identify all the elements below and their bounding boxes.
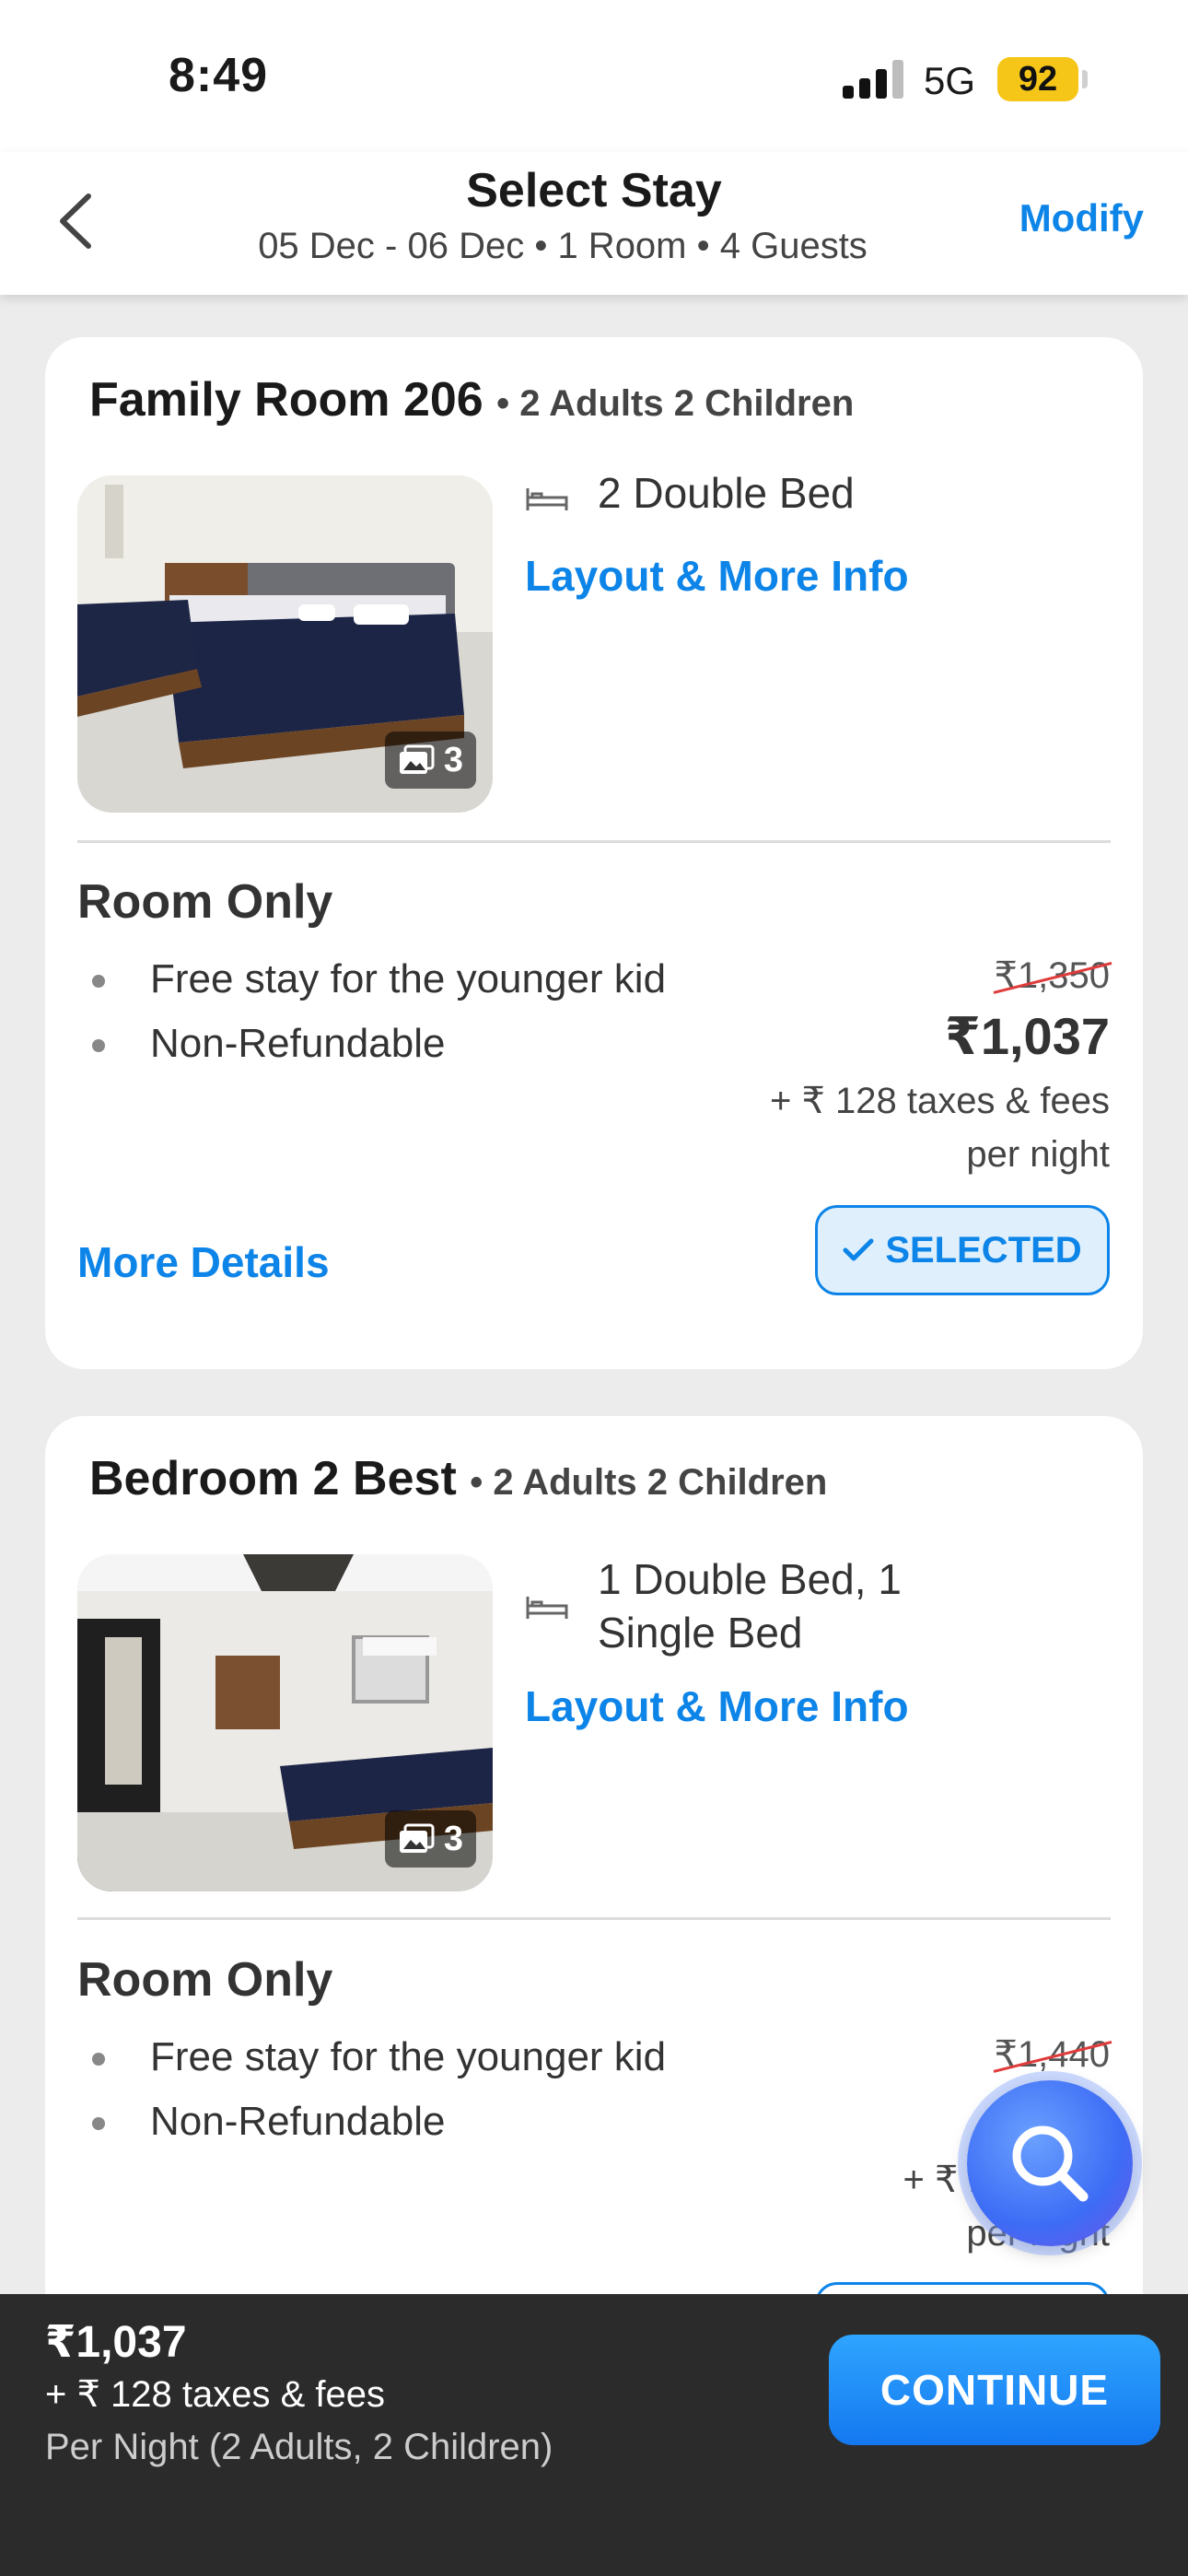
photo-count: 3 bbox=[443, 1819, 463, 1858]
gallery-icon bbox=[399, 1823, 435, 1853]
divider bbox=[77, 840, 1111, 843]
floating-search-button[interactable] bbox=[967, 2080, 1133, 2246]
original-price: ₹1,350 bbox=[994, 954, 1112, 997]
per-night-label: per night bbox=[966, 1134, 1110, 1175]
battery-icon: 92 bbox=[997, 57, 1078, 101]
selected-label: SELECTED bbox=[885, 1229, 1082, 1270]
feature-item: Free stay for the younger kid bbox=[92, 2025, 666, 2090]
check-icon bbox=[843, 1238, 874, 1261]
room-occupancy: • 2 Adults 2 Children bbox=[470, 1462, 828, 1503]
original-price: ₹1,440 bbox=[994, 2033, 1112, 2076]
feature-item: Free stay for the younger kid bbox=[92, 947, 666, 1012]
bottom-summary-bar: ₹1,037 + ₹ 128 taxes & fees Per Night (2… bbox=[0, 2294, 1188, 2576]
status-bar: 8:49 5G 92 bbox=[0, 0, 1188, 152]
top-header: Select Stay 05 Dec - 06 Dec • 1 Room • 4… bbox=[0, 152, 1188, 295]
taxes-fees: + ₹ 128 taxes & fees bbox=[769, 1081, 1110, 1121]
photo-count-badge: 3 bbox=[384, 1810, 476, 1868]
stay-summary: 05 Dec - 06 Dec • 1 Room • 4 Guests bbox=[258, 226, 868, 266]
plan-title: Room Only bbox=[77, 1953, 333, 2007]
room-card: Family Room 206 • 2 Adults 2 Children 3 … bbox=[45, 337, 1143, 1369]
layout-more-info-link[interactable]: Layout & More Info bbox=[525, 1681, 909, 1731]
room-photo[interactable]: 3 bbox=[77, 475, 493, 813]
photo-count: 3 bbox=[443, 740, 463, 779]
gallery-icon bbox=[399, 744, 435, 774]
bed-icon bbox=[526, 1597, 568, 1619]
room-name: Family Room 206 bbox=[89, 373, 483, 427]
layout-more-info-link[interactable]: Layout & More Info bbox=[525, 551, 909, 601]
total-taxes: + ₹ 128 taxes & fees bbox=[45, 2374, 386, 2415]
total-price: ₹1,037 bbox=[45, 2318, 187, 2367]
room-price: ₹1,037 bbox=[944, 1007, 1110, 1065]
selected-button[interactable]: SELECTED bbox=[815, 1205, 1110, 1295]
page-title: Select Stay bbox=[466, 164, 722, 217]
bed-icon bbox=[526, 488, 568, 510]
feature-item: Non-Refundable bbox=[92, 2090, 666, 2154]
plan-features: Free stay for the younger kid Non-Refund… bbox=[92, 947, 666, 1076]
search-icon bbox=[1012, 2125, 1089, 2202]
feature-item: Non-Refundable bbox=[92, 1012, 666, 1076]
divider bbox=[77, 1917, 1111, 1920]
plan-title: Room Only bbox=[77, 875, 333, 929]
status-time: 8:49 bbox=[169, 49, 269, 102]
more-details-link[interactable]: More Details bbox=[77, 1237, 330, 1287]
battery-tip bbox=[1082, 70, 1088, 88]
signal-icon bbox=[843, 60, 903, 99]
per-night-guests: Per Night (2 Adults, 2 Children) bbox=[45, 2427, 553, 2467]
network-label: 5G bbox=[924, 59, 976, 102]
room-occupancy: • 2 Adults 2 Children bbox=[496, 383, 855, 424]
bed-type: 2 Double Bed bbox=[598, 469, 855, 517]
room-title: Family Room 206 • 2 Adults 2 Children bbox=[89, 372, 854, 427]
room-photo[interactable]: 3 bbox=[77, 1554, 493, 1891]
photo-count-badge: 3 bbox=[384, 732, 476, 789]
bed-type: 1 Double Bed, 1 Single Bed bbox=[598, 1555, 902, 1657]
plan-features: Free stay for the younger kid Non-Refund… bbox=[92, 2025, 666, 2154]
modify-button[interactable]: Modify bbox=[1019, 196, 1144, 240]
continue-button[interactable]: CONTINUE bbox=[829, 2335, 1160, 2445]
room-title: Bedroom 2 Best • 2 Adults 2 Children bbox=[89, 1451, 827, 1506]
room-name: Bedroom 2 Best bbox=[89, 1452, 457, 1505]
